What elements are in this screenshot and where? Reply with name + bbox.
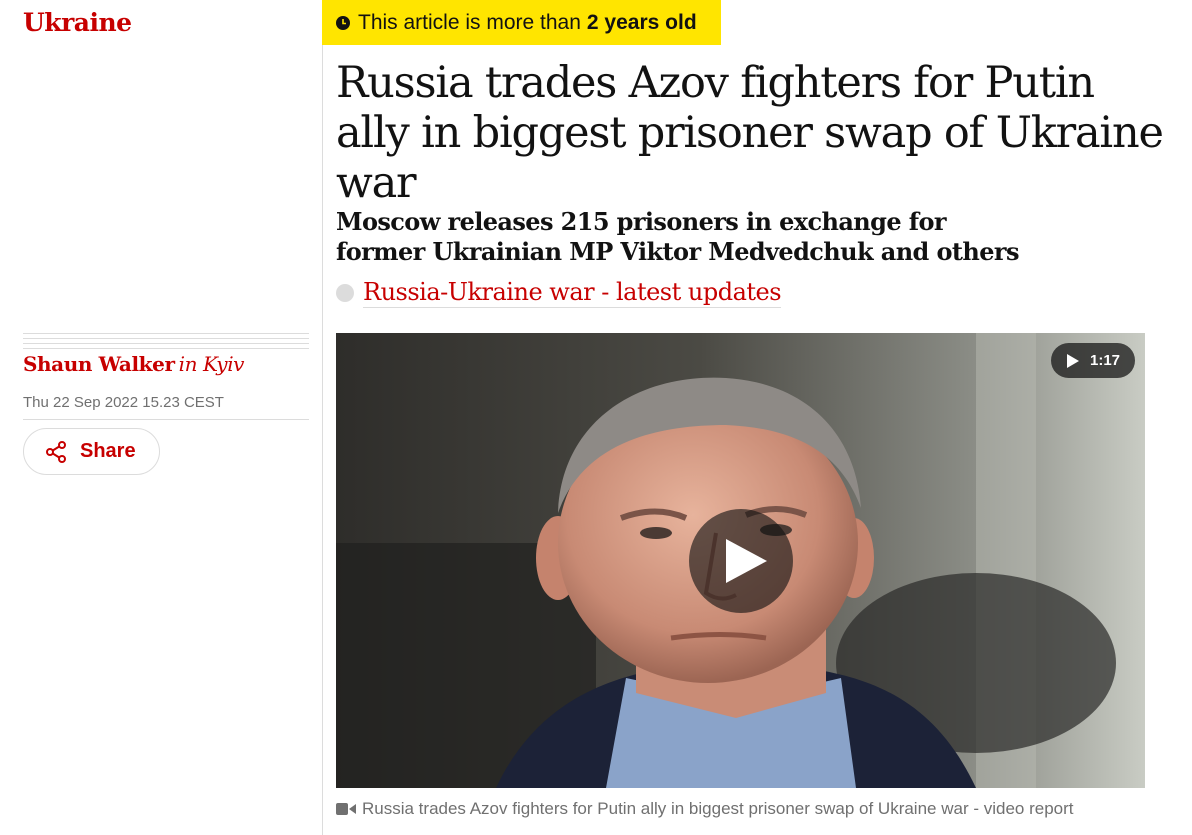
play-button[interactable] — [689, 509, 793, 613]
share-button[interactable]: Share — [23, 428, 160, 475]
age-warning-prefix: This article is more than — [358, 10, 581, 34]
live-indicator-dot — [336, 283, 354, 302]
article-headline: Russia trades Azov fighters for Putin al… — [336, 58, 1164, 208]
video-player[interactable]: 1:17 — [336, 333, 1145, 788]
play-small-icon — [1066, 353, 1079, 368]
video-duration: 1:17 — [1089, 352, 1121, 369]
publish-date: Thu 22 Sep 2022 15.23 CEST — [23, 394, 224, 411]
share-icon — [46, 440, 66, 463]
video-caption-text: Russia trades Azov fighters for Putin al… — [362, 799, 1074, 818]
video-duration-badge[interactable]: 1:17 — [1051, 343, 1135, 378]
video-camera-icon — [336, 803, 356, 815]
play-icon — [726, 539, 767, 583]
age-warning-age: 2 years old — [586, 10, 697, 34]
meta-separator — [23, 419, 309, 420]
live-updates-link[interactable]: Russia-Ukraine war - latest updates — [363, 277, 782, 308]
byline-location: in Kyiv — [178, 352, 245, 376]
clock-icon — [336, 15, 350, 30]
meta-divider-lines — [23, 333, 309, 349]
section-link-ukraine[interactable]: Ukraine — [23, 8, 132, 37]
author-link[interactable]: Shaun Walker — [23, 352, 175, 376]
byline: Shaun Walker in Kyiv — [23, 352, 244, 376]
video-caption: Russia trades Azov fighters for Putin al… — [336, 799, 1074, 819]
share-label: Share — [80, 440, 136, 462]
live-updates-link-row: Russia-Ukraine war - latest updates — [336, 277, 782, 308]
column-divider — [322, 0, 323, 835]
article-age-warning: This article is more than 2 years old — [322, 0, 721, 45]
article-standfirst: Moscow releases 215 prisoners in exchang… — [336, 207, 1019, 266]
